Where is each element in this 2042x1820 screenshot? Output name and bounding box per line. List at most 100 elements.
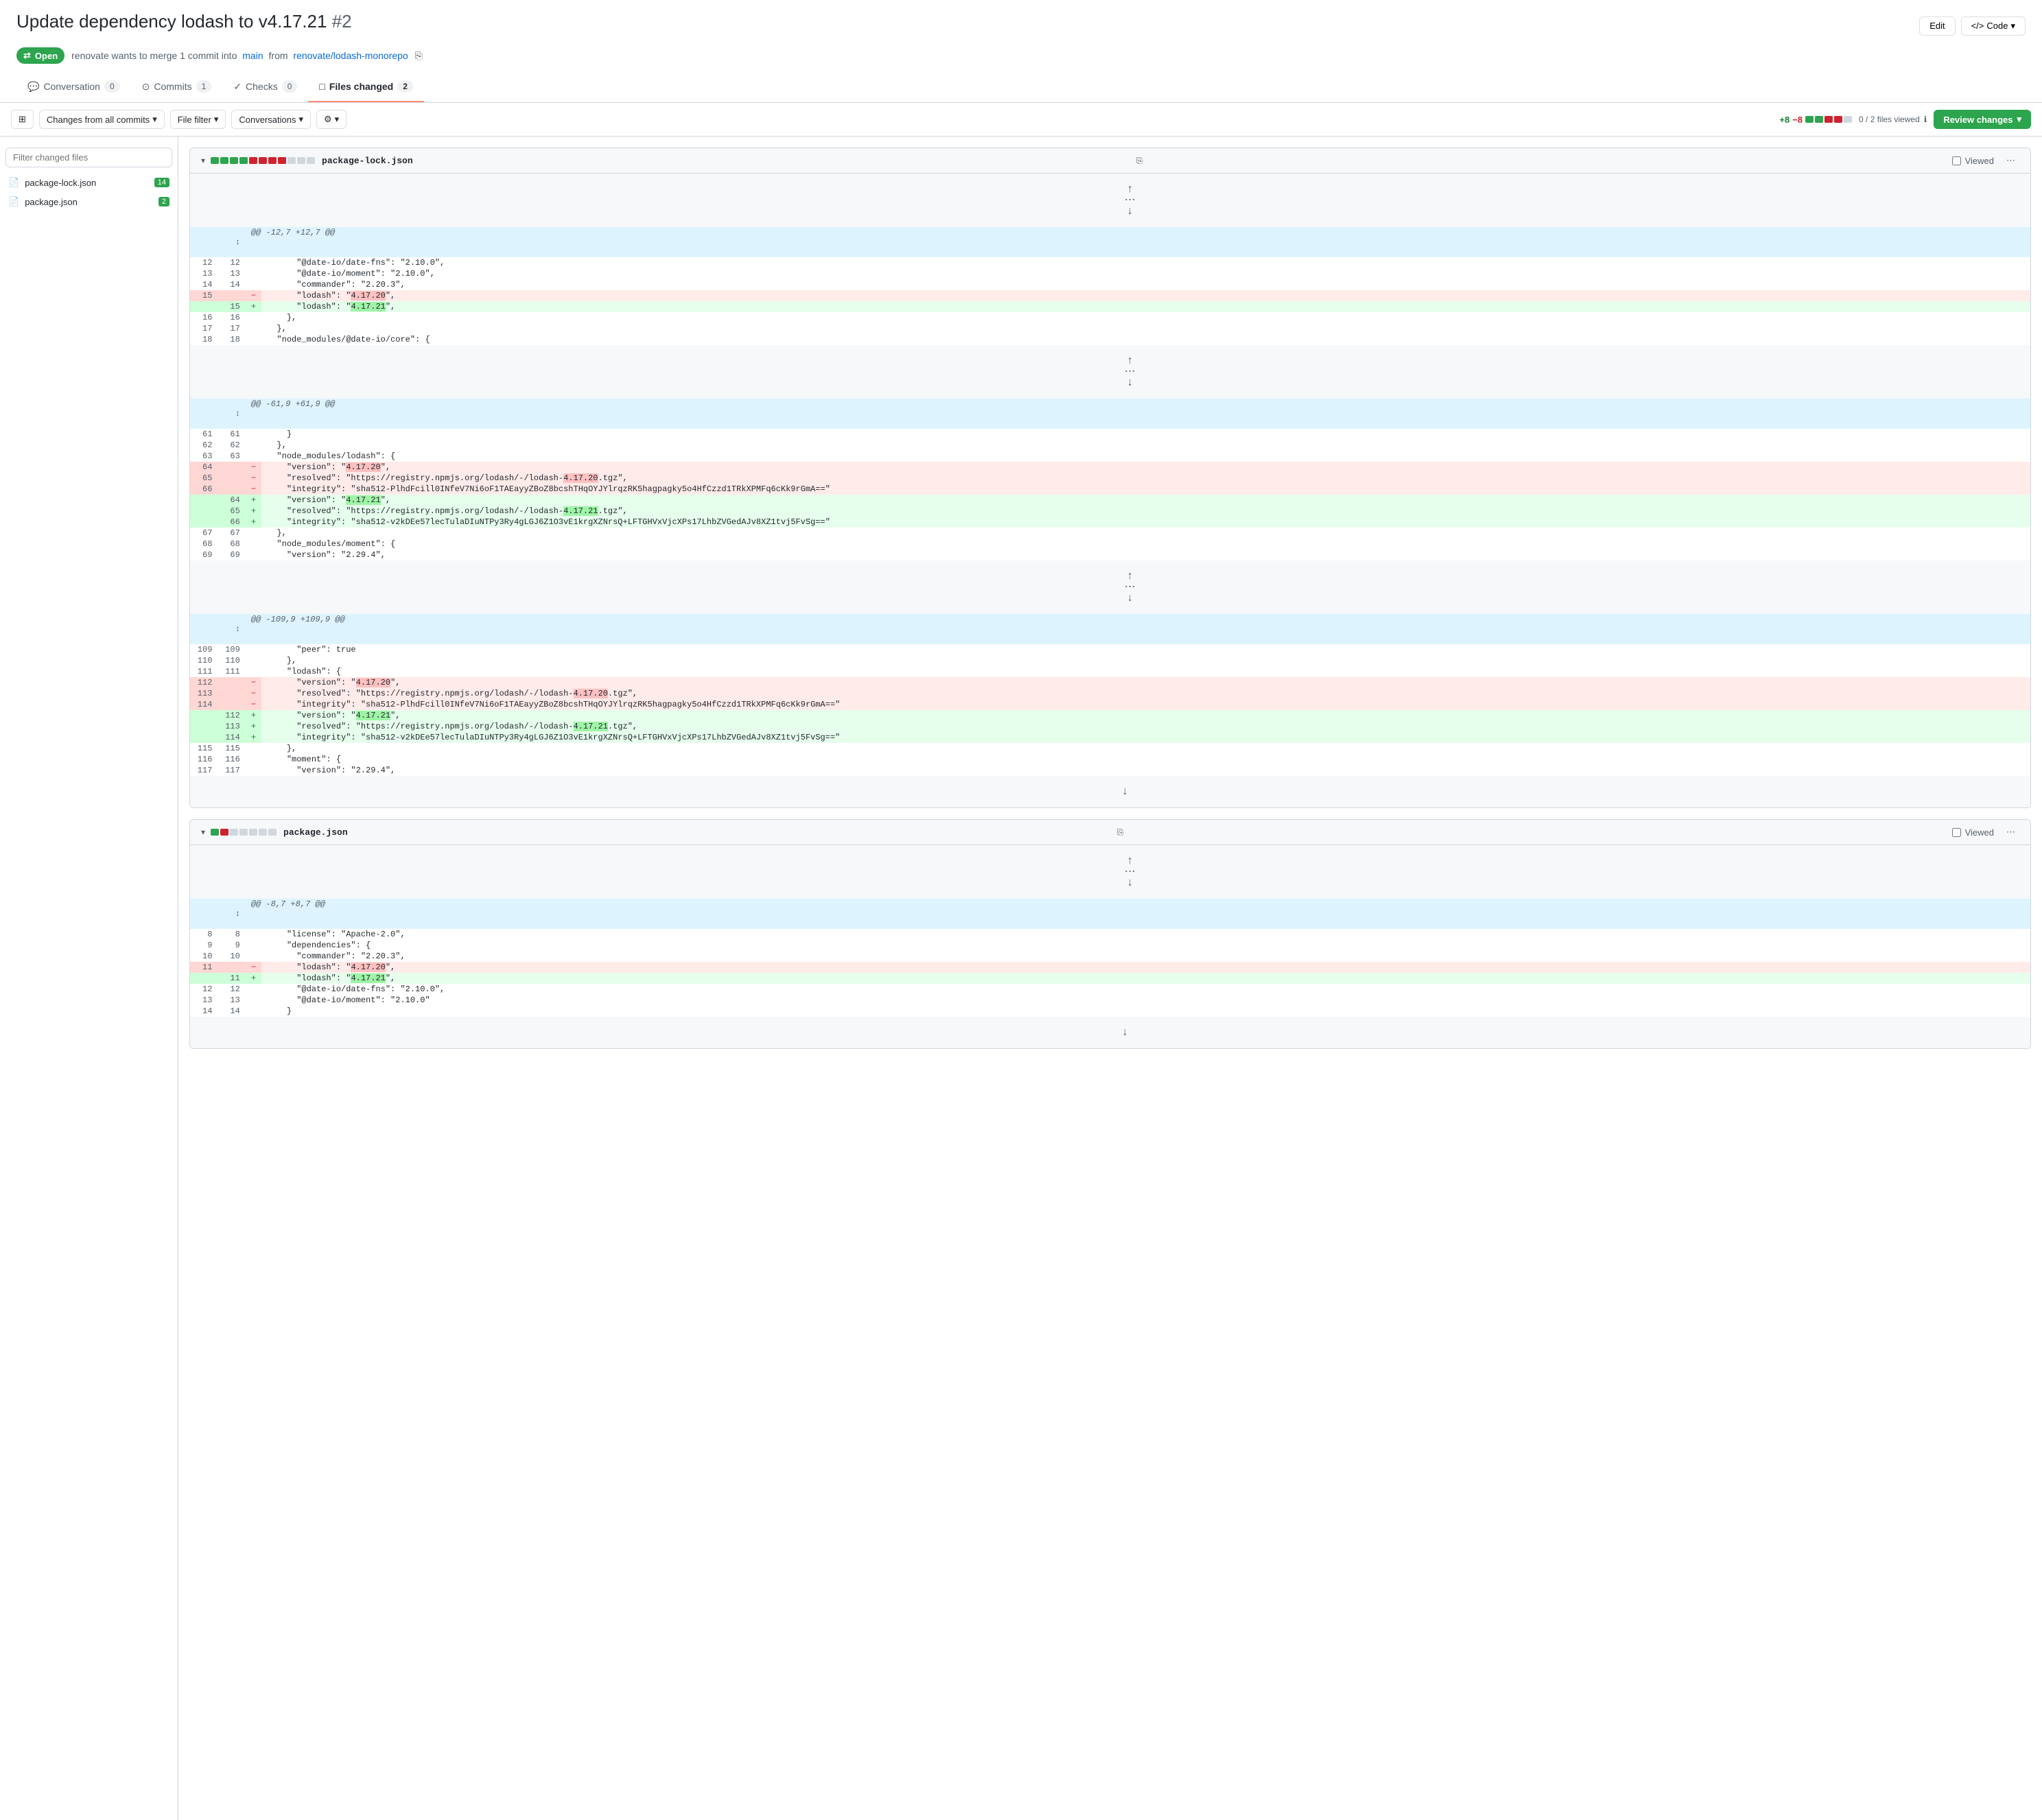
line-code: }, <box>261 743 2030 754</box>
viewed-checkbox[interactable] <box>1952 156 1961 165</box>
line-num-right: 63 <box>218 451 245 462</box>
expand-down-icon[interactable]: ↓ <box>1127 877 1134 889</box>
review-changes-button[interactable]: Review changes ▾ <box>1934 110 2031 129</box>
diff-line: 63 63 "node_modules/lodash": { <box>190 451 2030 462</box>
base-branch-link[interactable]: main <box>242 50 263 61</box>
expand-down-icon[interactable]: ↓ <box>1122 785 1129 798</box>
line-sign <box>246 528 261 539</box>
line-sign: − <box>246 290 261 301</box>
review-changes-label: Review changes <box>1943 115 2012 125</box>
hunk-expand[interactable]: ↕ <box>190 399 246 429</box>
line-num-right: 64 <box>218 495 245 506</box>
tab-conversation-label: Conversation <box>43 81 100 92</box>
line-code: "@date-io/date-fns": "2.10.0", <box>261 257 2030 268</box>
expand-row[interactable]: ↑ ⋯ ↓ <box>190 345 2030 399</box>
diff-line: 12 12 "@date-io/date-fns": "2.10.0", <box>190 257 2030 268</box>
expand-row[interactable]: ↓ <box>190 1017 2030 1048</box>
copy-path-button[interactable]: ⎘ <box>1117 827 1124 838</box>
expand-icon[interactable]: ↕ <box>235 237 240 247</box>
diff-line: 64 + "version": "4.17.21", <box>190 495 2030 506</box>
line-code: "resolved": "https://registry.npmjs.org/… <box>261 688 2030 699</box>
line-code: "version": "4.17.21", <box>261 495 2030 506</box>
expand-down-icon[interactable]: ↓ <box>1127 205 1134 217</box>
sidebar-filename: package-lock.json <box>25 178 149 188</box>
main-layout: 📄 package-lock.json 14 📄 package.json 2 … <box>0 137 2042 1820</box>
viewed-checkbox-label[interactable]: Viewed <box>1952 827 1994 838</box>
expand-down-icon[interactable]: ↓ <box>1127 592 1134 604</box>
expand-row[interactable]: ↓ <box>190 776 2030 807</box>
line-num-right: 14 <box>218 279 245 290</box>
line-num-right <box>218 473 245 484</box>
hunk-expand[interactable]: ↕ <box>190 899 246 929</box>
expand-down-icon[interactable]: ↓ <box>1127 377 1134 389</box>
expand-row[interactable]: ↑ ⋯ ↓ <box>190 560 2030 614</box>
settings-dropdown[interactable]: ⚙ ▾ <box>316 110 347 129</box>
pr-number: #2 <box>332 11 352 32</box>
changes-from-dropdown[interactable]: Changes from all commits ▾ <box>39 110 165 129</box>
line-sign: − <box>246 677 261 688</box>
more-options-button[interactable]: ⋯ <box>2002 825 2019 839</box>
collapse-button[interactable]: ▾ <box>201 827 205 837</box>
sidebar-file-item[interactable]: 📄 package.json 2 <box>0 192 178 211</box>
viewed-checkbox[interactable] <box>1952 828 1961 837</box>
tab-checks[interactable]: ✓ Checks 0 <box>222 72 308 102</box>
line-code: } <box>261 1006 2030 1017</box>
hunk-expand[interactable]: ↕ <box>190 227 246 257</box>
sidebar-file-item[interactable]: 📄 package-lock.json 14 <box>0 173 178 192</box>
stat-block <box>278 157 286 164</box>
line-num-left <box>190 517 218 528</box>
more-options-button[interactable]: ⋯ <box>2002 154 2019 167</box>
sidebar-file-badge: 14 <box>154 178 169 187</box>
tab-files-changed[interactable]: □ Files changed 2 <box>308 72 424 102</box>
code-button[interactable]: </> Code ▾ <box>1961 16 2026 36</box>
expand-row[interactable]: ↑ ⋯ ↓ <box>190 174 2030 227</box>
line-num-left: 113 <box>190 688 218 699</box>
line-sign <box>246 268 261 279</box>
viewed-checkbox-label[interactable]: Viewed <box>1952 156 1994 166</box>
file-filter-dropdown[interactable]: File filter ▾ <box>170 110 226 129</box>
filter-files-input[interactable] <box>5 147 172 167</box>
tab-conversation[interactable]: 💬 Conversation 0 <box>16 72 131 102</box>
line-code: "resolved": "https://registry.npmjs.org/… <box>261 473 2030 484</box>
diff-line: 16 16 }, <box>190 312 2030 323</box>
diff-line: 13 13 "@date-io/moment": "2.10.0" <box>190 995 2030 1006</box>
diff-line: 61 61 } <box>190 429 2030 440</box>
line-num-right: 110 <box>218 655 245 666</box>
hunk-expand[interactable]: ↕ <box>190 614 246 644</box>
expand-icon[interactable]: ↕ <box>235 909 240 919</box>
diff-line: 66 − "integrity": "sha512-PlhdFcill0INfe… <box>190 484 2030 495</box>
stat-block <box>307 157 315 164</box>
edit-button[interactable]: Edit <box>1919 16 1955 36</box>
line-num-right: 12 <box>218 257 245 268</box>
info-icon: ℹ <box>1924 115 1927 124</box>
line-num-left <box>190 732 218 743</box>
diff-line: 111 111 "lodash": { <box>190 666 2030 677</box>
line-sign: − <box>246 699 261 710</box>
copy-path-button[interactable]: ⎘ <box>1136 156 1143 166</box>
stat-block <box>211 157 219 164</box>
diff-block-1 <box>1805 116 1814 123</box>
hunk-range: @@ -8,7 +8,7 @@ <box>246 899 2030 929</box>
line-sign <box>246 1006 261 1017</box>
expand-icon[interactable]: ↕ <box>235 409 240 418</box>
conversations-dropdown[interactable]: Conversations ▾ <box>231 110 311 129</box>
line-code: "lodash": "4.17.21", <box>261 301 2030 312</box>
diff-table: ↑ ⋯ ↓ ↕ @@ -12,7 +12,7 @@ 12 12 "@date-i… <box>190 174 2030 807</box>
pr-description: renovate wants to merge 1 commit into ma… <box>71 50 423 62</box>
diff-line: 112 + "version": "4.17.21", <box>190 710 2030 721</box>
diff-blocks <box>1805 116 1852 123</box>
diff-line: 18 18 "node_modules/@date-io/core": { <box>190 334 2030 345</box>
expand-row[interactable]: ↑ ⋯ ↓ <box>190 845 2030 899</box>
line-num-right: 112 <box>218 710 245 721</box>
line-code: "integrity": "sha512-PlhdFcill0INfeV7Ni6… <box>261 484 2030 495</box>
diff-files-container: ▾ package-lock.json ⎘ Viewed ⋯ ↑ ⋯ ↓ ↕ <box>189 147 2031 1049</box>
toggle-layout-btn[interactable]: ⊞ <box>11 110 34 129</box>
expand-down-icon[interactable]: ↓ <box>1122 1026 1129 1039</box>
diff-line: 67 67 }, <box>190 528 2030 539</box>
collapse-button[interactable]: ▾ <box>201 156 205 165</box>
expand-icon[interactable]: ↕ <box>235 624 240 634</box>
head-branch-link[interactable]: renovate/lodash-monorepo <box>293 50 408 61</box>
copy-branch-btn[interactable]: ⎘ <box>415 50 423 61</box>
diff-add-count: +8 <box>1779 115 1789 125</box>
tab-commits[interactable]: ⊙ Commits 1 <box>131 72 223 102</box>
